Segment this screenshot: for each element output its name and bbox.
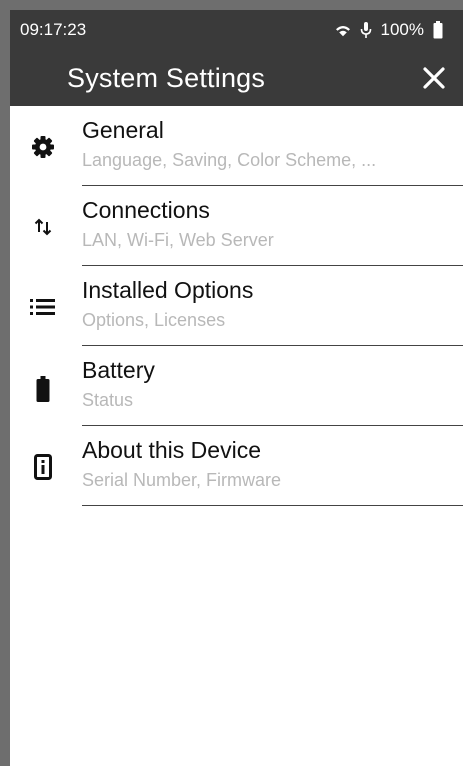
close-icon	[423, 67, 445, 89]
settings-item-title: Connections	[82, 197, 210, 223]
settings-item-title: About this Device	[82, 437, 261, 463]
settings-item-battery[interactable]: Battery Status	[10, 346, 463, 426]
settings-item-subtitle: Serial Number, Firmware	[82, 470, 282, 490]
settings-item-installed-options[interactable]: Installed Options Options, Licenses	[10, 266, 463, 346]
app-bar: System Settings	[10, 50, 463, 106]
settings-item-text: Installed Options Options, Licenses	[82, 276, 463, 346]
device-info-icon	[30, 454, 56, 480]
gear-icon	[30, 134, 56, 160]
settings-item-title: General	[82, 117, 164, 143]
microphone-icon	[360, 21, 372, 39]
settings-item-text: About this Device Serial Number, Firmwar…	[82, 436, 463, 506]
battery-icon	[433, 21, 443, 39]
status-time: 09:17:23	[20, 20, 87, 39]
settings-item-title: Battery	[82, 357, 155, 383]
status-bar: 09:17:23 100%	[10, 10, 463, 50]
settings-item-about-device[interactable]: About this Device Serial Number, Firmwar…	[10, 426, 463, 506]
device-screen: 09:17:23 100% System Settings General La…	[10, 10, 463, 766]
settings-item-subtitle: LAN, Wi-Fi, Web Server	[82, 230, 274, 250]
settings-item-subtitle: Options, Licenses	[82, 310, 226, 330]
settings-item-text: General Language, Saving, Color Scheme, …	[82, 116, 463, 186]
battery-icon	[30, 376, 56, 402]
settings-list: General Language, Saving, Color Scheme, …	[10, 106, 463, 506]
settings-item-subtitle: Status	[82, 390, 134, 410]
settings-item-text: Connections LAN, Wi-Fi, Web Server	[82, 196, 463, 266]
wifi-icon	[335, 24, 351, 37]
settings-item-connections[interactable]: Connections LAN, Wi-Fi, Web Server	[10, 186, 463, 266]
up-down-arrows-icon	[30, 214, 56, 240]
close-button[interactable]	[419, 63, 449, 93]
settings-item-text: Battery Status	[82, 356, 463, 426]
page-title: System Settings	[67, 62, 266, 93]
battery-percent: 100%	[380, 20, 424, 39]
settings-item-title: Installed Options	[82, 277, 254, 303]
status-icons: 100%	[335, 20, 443, 40]
settings-item-subtitle: Language, Saving, Color Scheme, ...	[82, 150, 377, 170]
list-icon	[30, 294, 56, 320]
settings-item-general[interactable]: General Language, Saving, Color Scheme, …	[10, 106, 463, 186]
